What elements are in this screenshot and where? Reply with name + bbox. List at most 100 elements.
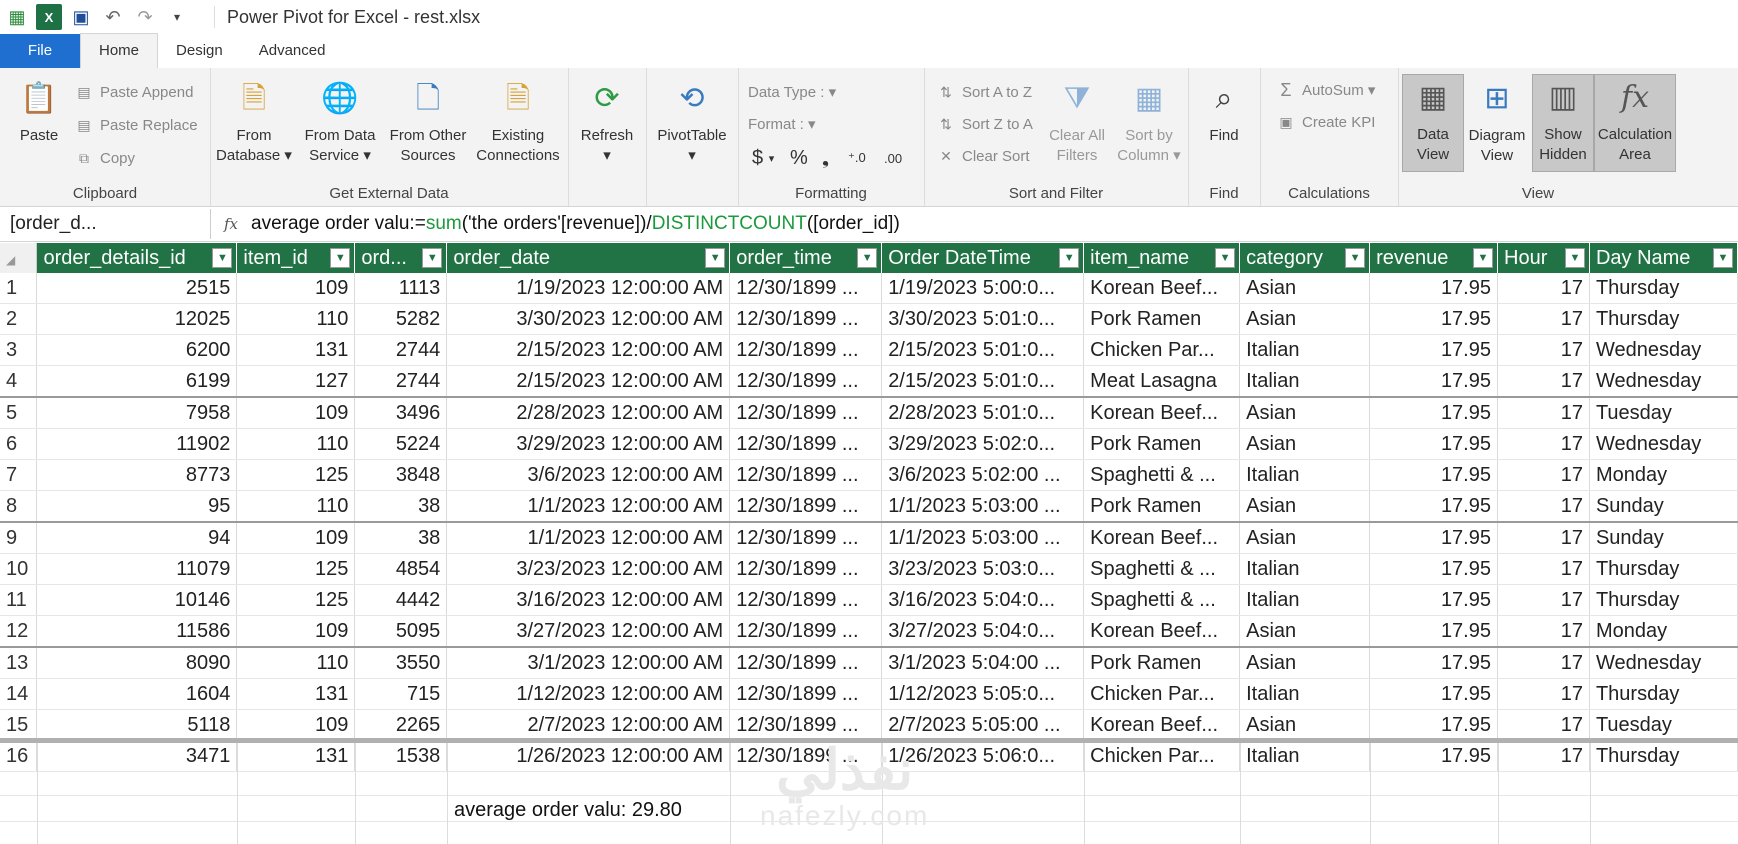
filter-dropdown-icon[interactable]: ▼ bbox=[1564, 248, 1585, 268]
filter-dropdown-icon[interactable]: ▼ bbox=[1713, 248, 1733, 268]
table-cell[interactable]: 3/27/2023 12:00:00 AM bbox=[446, 615, 731, 648]
paste-button[interactable]: 📋 Paste bbox=[10, 76, 68, 146]
table-cell[interactable]: Wednesday bbox=[1589, 365, 1738, 398]
table-cell[interactable]: 5224 bbox=[354, 428, 448, 460]
table-cell[interactable]: 3/6/2023 5:02:00 ... bbox=[881, 459, 1085, 491]
table-cell[interactable]: Korean Beef... bbox=[1083, 615, 1241, 648]
table-cell[interactable]: 2/15/2023 12:00:00 AM bbox=[446, 334, 731, 366]
table-cell[interactable]: Korean Beef... bbox=[1083, 273, 1241, 304]
table-cell[interactable]: 17.95 bbox=[1369, 584, 1498, 616]
table-cell[interactable]: Thursday bbox=[1589, 303, 1738, 335]
table-cell[interactable]: 1/12/2023 5:05:0... bbox=[881, 678, 1085, 710]
table-cell[interactable]: 109 bbox=[236, 521, 356, 554]
table-cell[interactable]: 2744 bbox=[354, 365, 448, 398]
filter-dropdown-icon[interactable]: ▼ bbox=[212, 248, 233, 268]
table-cell[interactable]: 17 bbox=[1497, 396, 1590, 429]
filter-dropdown-icon[interactable]: ▼ bbox=[330, 248, 351, 268]
table-cell[interactable]: 4442 bbox=[354, 584, 448, 616]
table-cell[interactable]: 125 bbox=[236, 553, 356, 585]
table-cell[interactable]: 17.95 bbox=[1369, 273, 1498, 304]
table-cell[interactable]: Italian bbox=[1239, 584, 1371, 616]
existing-connections-button[interactable]: 🗎 Existing Connections bbox=[472, 76, 564, 166]
refresh-button[interactable]: ⟳ Refresh ▾ bbox=[570, 76, 644, 166]
table-cell[interactable]: 1/19/2023 5:00:0... bbox=[881, 273, 1085, 304]
table-cell[interactable]: 17.95 bbox=[1369, 646, 1498, 679]
table-cell[interactable]: Asian bbox=[1239, 709, 1371, 741]
table-cell[interactable]: Asian bbox=[1239, 396, 1371, 429]
table-cell[interactable]: 5118 bbox=[36, 709, 238, 741]
table-cell[interactable]: 17 bbox=[1497, 303, 1590, 335]
table-cell[interactable]: 110 bbox=[236, 303, 356, 335]
table-cell[interactable]: Monday bbox=[1589, 615, 1738, 648]
table-cell[interactable]: 12/30/1899 ... bbox=[729, 553, 883, 585]
table-cell[interactable]: Thursday bbox=[1589, 553, 1738, 585]
table-cell[interactable]: 6200 bbox=[36, 334, 238, 366]
table-cell[interactable]: Sunday bbox=[1589, 490, 1738, 523]
show-hidden-button[interactable]: ▥ Show Hidden bbox=[1532, 74, 1594, 172]
table-cell[interactable]: Korean Beef... bbox=[1083, 709, 1241, 741]
table-row[interactable]: 1 2515 109 1113 1/19/2023 12:00:00 AM 12/30/1… bbox=[0, 273, 1738, 304]
table-cell[interactable]: 17 bbox=[1497, 273, 1590, 304]
table-cell[interactable]: 2515 bbox=[36, 273, 238, 304]
table-cell[interactable]: Asian bbox=[1239, 273, 1371, 304]
create-kpi-button[interactable]: ▣ Create KPI bbox=[1276, 110, 1375, 134]
copy-button[interactable]: ⧉ Copy bbox=[74, 146, 135, 170]
filter-dropdown-icon[interactable]: ▼ bbox=[1345, 248, 1366, 268]
table-cell[interactable]: 10146 bbox=[36, 584, 238, 616]
table-row[interactable]: 14 1604 131 715 1/12/2023 12:00:00 AM 12/30/1… bbox=[0, 678, 1738, 710]
table-cell[interactable]: 2265 bbox=[354, 709, 448, 741]
tab-advanced[interactable]: Advanced bbox=[241, 34, 344, 68]
table-cell[interactable]: 17 bbox=[1497, 459, 1590, 491]
table-cell[interactable]: 17.95 bbox=[1369, 396, 1498, 429]
table-cell[interactable]: 110 bbox=[236, 646, 356, 679]
table-row[interactable]: 8 95 110 38 1/1/2023 12:00:00 AM 12/30/1899 .… bbox=[0, 490, 1738, 523]
table-cell[interactable]: 12/30/1899 ... bbox=[729, 334, 883, 366]
select-all-corner[interactable]: ◢ bbox=[0, 243, 38, 273]
table-cell[interactable]: Korean Beef... bbox=[1083, 396, 1241, 429]
table-cell[interactable]: 110 bbox=[236, 428, 356, 460]
table-cell[interactable]: 17 bbox=[1497, 584, 1590, 616]
filter-dropdown-icon[interactable]: ▼ bbox=[705, 248, 726, 268]
column-header[interactable]: Hour ▼ bbox=[1497, 243, 1590, 273]
table-cell[interactable]: Italian bbox=[1239, 553, 1371, 585]
table-cell[interactable]: 12/30/1899 ... bbox=[729, 428, 883, 460]
table-cell[interactable]: Italian bbox=[1239, 365, 1371, 398]
table-cell[interactable]: Asian bbox=[1239, 615, 1371, 648]
function-icon[interactable]: fx bbox=[211, 215, 251, 233]
table-cell[interactable]: 2/15/2023 12:00:00 AM bbox=[446, 365, 731, 398]
table-cell[interactable]: 7958 bbox=[36, 396, 238, 429]
column-header[interactable]: item_name ▼ bbox=[1083, 243, 1241, 273]
table-cell[interactable]: 38 bbox=[354, 521, 448, 554]
table-row[interactable]: 12 11586 109 5095 3/27/2023 12:00:00 AM 12/30… bbox=[0, 615, 1738, 648]
table-cell[interactable]: 17 bbox=[1497, 615, 1590, 648]
table-cell[interactable]: 3/1/2023 5:04:00 ... bbox=[881, 646, 1085, 679]
table-row[interactable]: 13 8090 110 3550 3/1/2023 12:00:00 AM 12/30/1… bbox=[0, 646, 1738, 679]
tab-design[interactable]: Design bbox=[158, 34, 241, 68]
sort-a-z-button[interactable]: ⇅ Sort A to Z bbox=[936, 80, 1032, 104]
data-type-dropdown[interactable]: Data Type : ▾ bbox=[748, 80, 836, 104]
table-cell[interactable]: 17.95 bbox=[1369, 459, 1498, 491]
measure-cell[interactable]: average order valu: 29.80 bbox=[454, 799, 682, 822]
table-row[interactable]: 3 6200 131 2744 2/15/2023 12:00:00 AM 12/30/1… bbox=[0, 334, 1738, 366]
table-cell[interactable]: 11079 bbox=[36, 553, 238, 585]
table-cell[interactable]: 1/19/2023 12:00:00 AM bbox=[446, 273, 731, 304]
table-cell[interactable]: 12/30/1899 ... bbox=[729, 273, 883, 304]
table-cell[interactable]: 12/30/1899 ... bbox=[729, 303, 883, 335]
table-cell[interactable]: Italian bbox=[1239, 459, 1371, 491]
table-cell[interactable]: Tuesday bbox=[1589, 396, 1738, 429]
table-cell[interactable]: 17.95 bbox=[1369, 553, 1498, 585]
table-cell[interactable]: 5282 bbox=[354, 303, 448, 335]
table-cell[interactable]: 17 bbox=[1497, 553, 1590, 585]
table-row[interactable]: 6 11902 110 5224 3/29/2023 12:00:00 AM 12/30/… bbox=[0, 428, 1738, 460]
excel-icon[interactable]: X bbox=[36, 4, 62, 30]
table-cell[interactable]: 2/7/2023 5:05:00 ... bbox=[881, 709, 1085, 741]
table-cell[interactable]: Spaghetti & ... bbox=[1083, 553, 1241, 585]
table-cell[interactable]: 131 bbox=[236, 334, 356, 366]
from-database-button[interactable]: 🗎 From Database ▾ bbox=[214, 76, 294, 166]
table-row[interactable]: 9 94 109 38 1/1/2023 12:00:00 AM 12/30/1899 .… bbox=[0, 521, 1738, 554]
table-cell[interactable]: 3/16/2023 12:00:00 AM bbox=[446, 584, 731, 616]
table-cell[interactable]: 12025 bbox=[36, 303, 238, 335]
table-cell[interactable]: 17 bbox=[1497, 334, 1590, 366]
table-row[interactable]: 4 6199 127 2744 2/15/2023 12:00:00 AM 12/30/1… bbox=[0, 365, 1738, 398]
table-cell[interactable]: 3550 bbox=[354, 646, 448, 679]
